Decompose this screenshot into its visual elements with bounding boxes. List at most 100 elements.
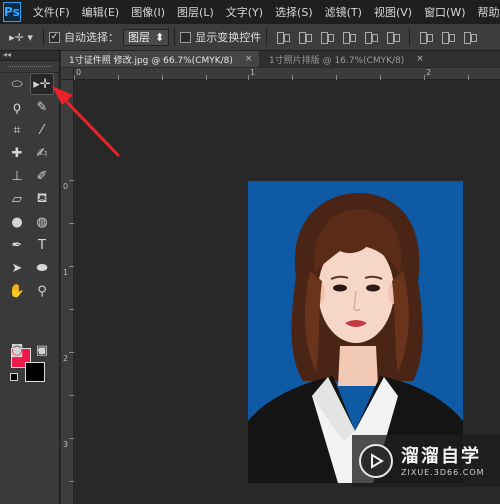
lasso-tool-icon[interactable]: ϙ (5, 96, 29, 118)
align-horizontal-centers-icon[interactable] (364, 30, 379, 44)
auto-select-target-dropdown[interactable]: 图层 ⬍ (123, 28, 170, 46)
close-icon[interactable]: × (245, 54, 253, 64)
ruler-tick (69, 481, 74, 482)
distribute-bottom-edges-icon[interactable] (463, 30, 478, 44)
align-bottom-edges-icon[interactable] (320, 30, 335, 44)
watermark-url: ZIXUE.3D66.COM (401, 467, 485, 477)
ruler-label: 1 (63, 268, 69, 277)
ruler-label: 0 (63, 182, 69, 191)
quick-selection-tool-icon[interactable]: ✎ (30, 96, 54, 118)
eyedropper-tool-icon[interactable]: ⁄ (30, 119, 54, 141)
move-tool-icon[interactable]: ▸✛ (30, 73, 54, 95)
tab-label: 1寸照片排版 @ 16.7%(CMYK/8) (269, 55, 405, 66)
rect-marquee-tool-icon[interactable]: ⬭ (5, 73, 29, 95)
align-top-edges-icon[interactable] (276, 30, 291, 44)
ruler-label: 1 (250, 68, 256, 77)
menu-image[interactable]: 图像(I) (131, 4, 165, 20)
hand-tool-icon[interactable]: ✋ (5, 280, 29, 302)
ruler-label: 0 (76, 68, 82, 77)
type-tool-icon[interactable]: T (30, 234, 54, 256)
play-logo-icon (359, 444, 393, 478)
healing-brush-tool-icon[interactable]: ✚ (5, 142, 29, 164)
watermark-text: 溜溜自学 ZIXUE.3D66.COM (401, 446, 485, 477)
ruler-label: 3 (63, 440, 69, 449)
background-color-swatch[interactable] (25, 362, 45, 382)
menu-type[interactable]: 文字(Y) (226, 4, 263, 20)
ruler-tick (69, 266, 74, 267)
dodge-tool-icon[interactable]: ◍ (30, 211, 54, 233)
ruler-tick (206, 75, 207, 80)
tool-preset-picker[interactable]: ▸✛ ▾ (4, 27, 38, 48)
distribute-top-edges-icon[interactable] (419, 30, 434, 44)
ruler-tick (69, 438, 74, 439)
menu-select[interactable]: 选择(S) (275, 4, 313, 20)
brush-tool-icon[interactable]: ✍ (30, 142, 54, 164)
watermark-title: 溜溜自学 (401, 445, 481, 467)
tab-label: 1寸证件照 修改.jpg @ 66.7%(CMYK/8) (69, 55, 233, 66)
ruler-tick (380, 75, 381, 80)
options-divider (174, 28, 176, 46)
align-left-edges-icon[interactable] (342, 30, 357, 44)
ruler-label: 2 (63, 354, 69, 363)
ruler-tick (69, 309, 74, 310)
menu-file[interactable]: 文件(F) (33, 4, 70, 20)
eraser-tool-icon[interactable]: ▱ (5, 188, 29, 210)
ruler-origin[interactable] (61, 68, 74, 80)
options-divider (43, 28, 44, 46)
menu-bar: Ps 文件(F) 编辑(E) 图像(I) 图层(L) 文字(Y) 选择(S) 滤… (0, 0, 500, 24)
pen-tool-icon[interactable]: ✒ (5, 234, 29, 256)
dropdown-arrow-icon: ⬍ (155, 30, 165, 44)
align-vertical-centers-icon[interactable] (298, 30, 313, 44)
ruler-tick (74, 75, 75, 80)
show-transform-controls-checkbox[interactable] (180, 31, 192, 43)
menu-window[interactable]: 窗口(W) (424, 4, 465, 20)
ruler-tick (292, 75, 293, 80)
default-colors-icon[interactable] (10, 373, 18, 381)
options-divider (266, 28, 268, 46)
paint-bucket-tool-icon[interactable]: ⛾ (30, 188, 54, 210)
tab-photo-layout[interactable]: 1寸照片排版 @ 16.7%(CMYK/8) × (261, 51, 500, 67)
auto-select-checkbox[interactable]: ✓ (49, 31, 60, 43)
watermark: 溜溜自学 ZIXUE.3D66.COM (352, 435, 500, 487)
screen-mode-icon[interactable]: ▣ (30, 339, 54, 361)
crop-tool-icon[interactable]: ⌗ (5, 119, 29, 141)
document-tab-bar: 1寸证件照 修改.jpg @ 66.7%(CMYK/8) × 1寸照片排版 @ … (61, 51, 500, 67)
show-transform-controls-label: 显示变换控件 (195, 31, 262, 44)
menu-help[interactable]: 帮助(H) (478, 4, 500, 20)
ellipse-tool-icon[interactable]: ⬬ (30, 257, 54, 279)
ruler-tick (69, 223, 74, 224)
menu-view[interactable]: 视图(V) (374, 4, 412, 20)
menu-edit[interactable]: 编辑(E) (82, 4, 120, 20)
play-triangle-icon (371, 453, 384, 469)
menu-layer[interactable]: 图层(L) (177, 4, 214, 20)
vertical-ruler[interactable]: 0 1 2 3 (61, 80, 74, 504)
zoom-tool-icon[interactable]: ⚲ (30, 280, 54, 302)
menu-filter[interactable]: 滤镜(T) (325, 4, 362, 20)
auto-select-label: 自动选择： (64, 31, 119, 44)
options-bar: ▸✛ ▾ ✓ 自动选择： 图层 ⬍ 显示变换控件 (0, 24, 500, 51)
ruler-tick (69, 180, 74, 181)
ruler-tick (248, 75, 249, 80)
path-selection-tool-icon[interactable]: ➤ (5, 257, 29, 279)
horizontal-ruler[interactable]: 0 1 2 (74, 68, 500, 80)
ruler-tick (336, 75, 337, 80)
history-brush-tool-icon[interactable]: ✐ (30, 165, 54, 187)
move-tool-glyph: ▸✛ (33, 76, 51, 92)
tab-id-photo-edit[interactable]: 1寸证件照 修改.jpg @ 66.7%(CMYK/8) × (61, 51, 259, 67)
panel-grip[interactable] (0, 61, 59, 73)
auto-select-target-value: 图层 (128, 31, 150, 44)
blur-tool-icon[interactable]: ● (5, 211, 29, 233)
close-icon[interactable]: × (416, 54, 424, 64)
ruler-tick (69, 352, 74, 353)
photoshop-logo: Ps (3, 2, 21, 22)
ruler-tick (468, 75, 469, 80)
ruler-tick (69, 395, 74, 396)
panel-collapse-icon[interactable]: ◂◂ (0, 51, 59, 61)
ruler-tick (162, 75, 163, 80)
distribute-vertical-centers-icon[interactable] (441, 30, 456, 44)
ruler-tick (118, 75, 119, 80)
align-right-edges-icon[interactable] (386, 30, 401, 44)
quick-mask-icon[interactable]: ◙ (5, 339, 29, 361)
clone-stamp-tool-icon[interactable]: ⊥ (5, 165, 29, 187)
options-divider (409, 28, 411, 46)
